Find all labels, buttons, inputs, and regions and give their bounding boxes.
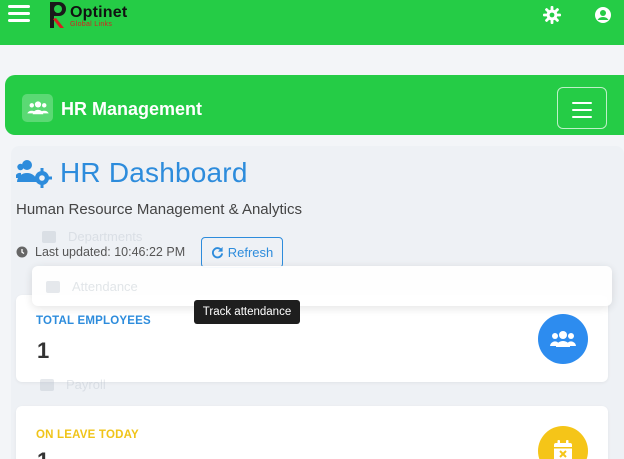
hr-management-title: HR Management — [61, 99, 203, 119]
menu-icon[interactable] — [8, 5, 30, 25]
user-profile-icon[interactable] — [594, 6, 612, 24]
dashboard-title: HR Dashboard — [60, 157, 248, 188]
total-employees-card: TOTAL EMPLOYEES 1 — [16, 295, 608, 382]
users-cog-icon — [16, 160, 52, 188]
logo-title: Optinet — [70, 4, 128, 21]
tooltip: Track attendance — [194, 300, 300, 324]
menu-item-departments[interactable]: Departments — [42, 229, 142, 244]
dashboard-subtitle: Human Resource Management & Analytics — [16, 201, 302, 218]
menu-item-attendance[interactable]: Attendance — [46, 279, 138, 294]
hr-management-header: HR Management — [5, 75, 624, 135]
building-icon — [42, 230, 56, 243]
clock-icon — [16, 246, 28, 258]
hr-menu-toggle-button[interactable] — [557, 87, 607, 129]
menu-dropdown-overlay: Attendance — [32, 266, 612, 306]
card-value: 1 — [37, 338, 50, 363]
menu-item-payroll[interactable]: Payroll — [40, 377, 106, 392]
refresh-icon — [211, 246, 223, 259]
money-icon — [40, 378, 54, 391]
last-updated: Last updated: 10:46:22 PM — [16, 245, 185, 259]
card-value: 1 — [37, 448, 49, 459]
dashboard-heading: HR Dashboard — [16, 157, 248, 189]
logo-subtitle: Global Links — [70, 21, 113, 28]
refresh-button[interactable]: Refresh — [201, 237, 283, 268]
logo-mark-icon — [46, 0, 68, 30]
calendar-x-icon — [538, 426, 588, 459]
refresh-label: Refresh — [227, 245, 274, 260]
users-cog-icon — [22, 94, 53, 122]
brand-logo[interactable]: Optinet Global Links — [46, 0, 127, 32]
users-icon — [538, 314, 588, 364]
calendar-check-icon — [46, 280, 60, 293]
card-label: ON LEAVE TODAY — [36, 429, 139, 441]
settings-gear-icon[interactable] — [542, 5, 562, 25]
last-updated-text: Last updated: 10:46:22 PM — [35, 245, 186, 259]
top-navbar: Optinet Global Links — [0, 0, 624, 45]
on-leave-today-card: ON LEAVE TODAY 1 — [16, 406, 608, 459]
card-label: TOTAL EMPLOYEES — [36, 315, 151, 327]
